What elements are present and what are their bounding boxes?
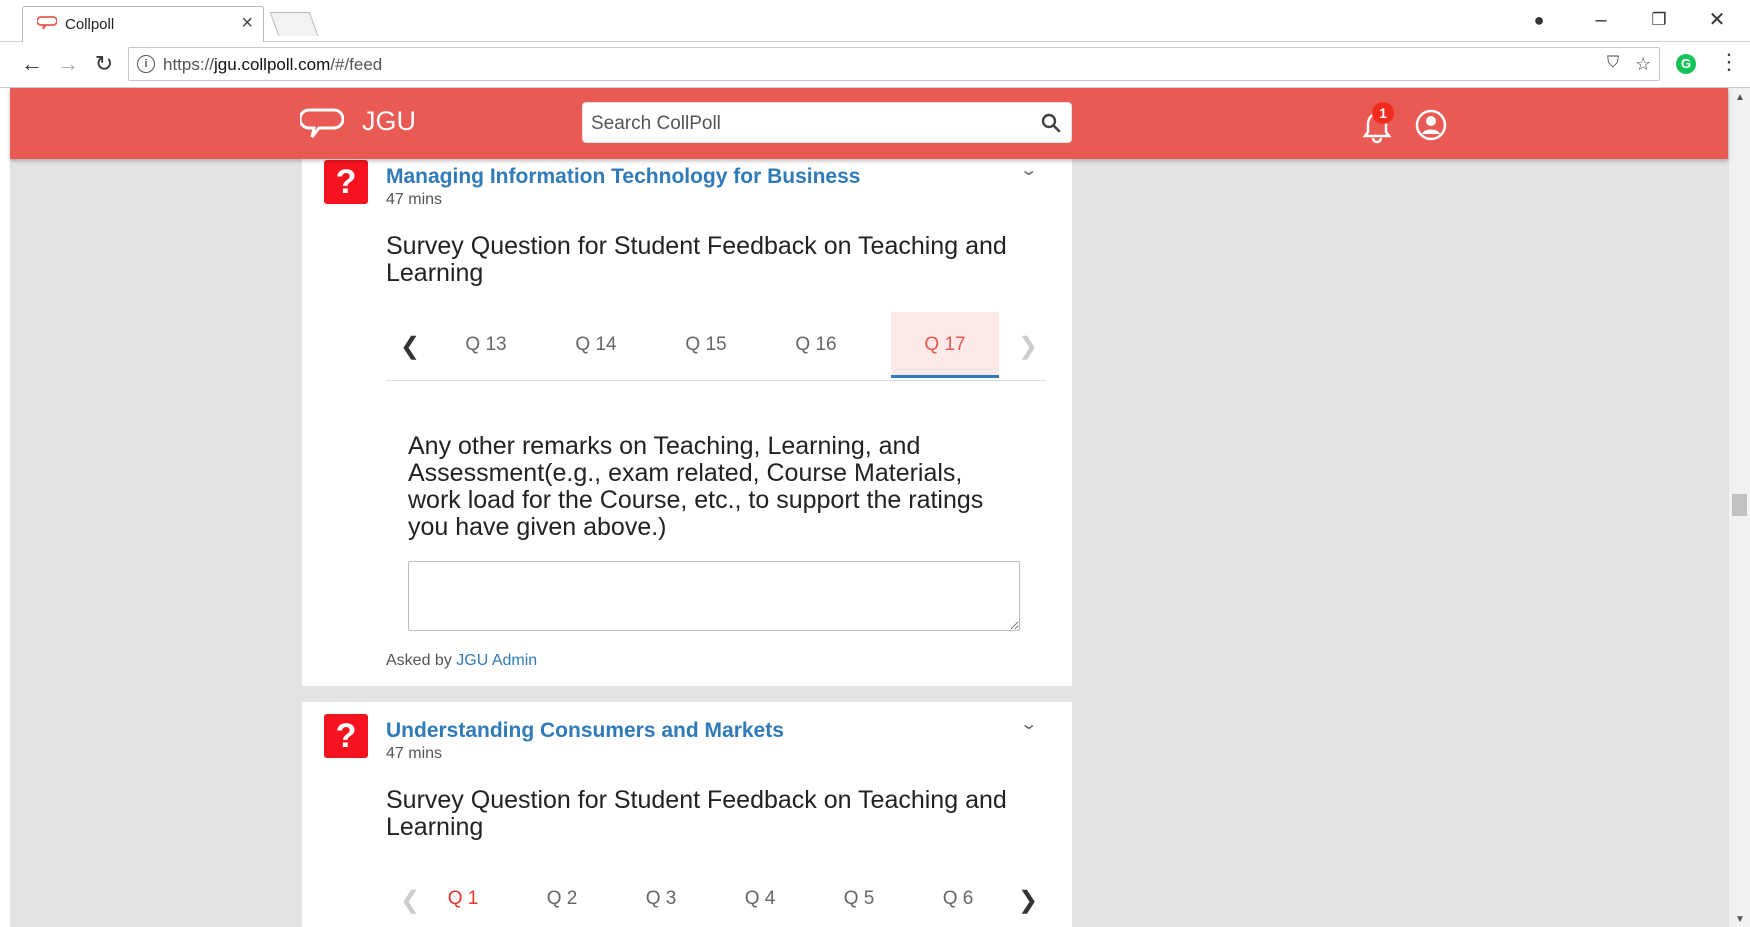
asked-by-link[interactable]: JGU Admin xyxy=(456,652,537,669)
scroll-up-icon[interactable]: ▲ xyxy=(1735,92,1745,103)
page-left-edge xyxy=(0,88,10,927)
brand-name[interactable]: JGU xyxy=(362,106,416,137)
tab-q17[interactable]: Q 17 xyxy=(891,312,999,378)
feed-card: ? Managing Information Technology for Bu… xyxy=(302,148,1072,686)
question-post-icon: ? xyxy=(324,714,368,758)
next-question-icon[interactable]: ❯ xyxy=(1018,332,1038,361)
tab-q16[interactable]: Q 16 xyxy=(762,312,870,378)
minimize-icon[interactable]: – xyxy=(1586,8,1616,32)
tab-title: Collpoll xyxy=(65,16,115,33)
user-profile-icon[interactable] xyxy=(1415,109,1447,141)
search-input[interactable]: Search CollPoll xyxy=(582,102,1072,143)
bookmark-star-icon[interactable]: ☆ xyxy=(1635,54,1651,75)
shield-icon[interactable]: ⛉ xyxy=(1607,54,1619,72)
profile-icon[interactable]: ● xyxy=(1524,8,1554,32)
card-options-chevron-icon[interactable]: ⌄ xyxy=(1019,160,1038,180)
question-post-icon: ? xyxy=(324,160,368,204)
scrollbar-thumb[interactable] xyxy=(1732,494,1747,516)
tab-q13[interactable]: Q 13 xyxy=(432,312,540,378)
question-tabs: ❮ Q 13 Q 14 Q 15 Q 16 Q 17 ❯ xyxy=(386,312,1046,381)
tab-q3[interactable]: Q 3 xyxy=(626,866,696,927)
tab-q1[interactable]: Q 1 xyxy=(428,866,498,927)
site-info-icon[interactable]: i xyxy=(137,55,155,73)
answer-textarea[interactable] xyxy=(408,561,1020,631)
close-window-icon[interactable]: ✕ xyxy=(1702,8,1732,32)
prev-question-icon[interactable]: ❮ xyxy=(400,332,420,361)
browser-toolbar: ← → ↻ i https://jgu.collpoll.com/#/feed … xyxy=(0,42,1750,88)
new-tab-button[interactable] xyxy=(269,12,319,36)
card-subtitle: Survey Question for Student Feedback on … xyxy=(386,232,1007,287)
url-text: https://jgu.collpoll.com/#/feed xyxy=(163,55,383,74)
card-subtitle: Survey Question for Student Feedback on … xyxy=(386,786,1007,841)
browser-tab-strip: Collpoll × ● – ❐ ✕ xyxy=(0,0,1750,42)
next-question-icon[interactable]: ❯ xyxy=(1018,886,1038,915)
prev-question-icon[interactable]: ❮ xyxy=(400,886,420,915)
question-tabs: ❮ Q 1 Q 2 Q 3 Q 4 Q 5 Q 6 ❯ xyxy=(386,866,1046,927)
search-placeholder: Search CollPoll xyxy=(591,113,721,134)
back-icon[interactable]: ← xyxy=(18,51,46,77)
scroll-down-icon[interactable]: ▼ xyxy=(1735,914,1745,925)
app-header: JGU Search CollPoll 1 xyxy=(10,88,1728,159)
tab-q4[interactable]: Q 4 xyxy=(725,866,795,927)
feed-card: ? Understanding Consumers and Markets 47… xyxy=(302,702,1072,927)
forward-icon[interactable]: → xyxy=(54,51,82,77)
grammarly-extension-icon[interactable]: G xyxy=(1676,54,1696,74)
tabs-divider xyxy=(386,380,1046,381)
reload-icon[interactable]: ↻ xyxy=(90,51,118,77)
card-title[interactable]: Managing Information Technology for Busi… xyxy=(386,165,860,189)
page-viewport: JGU Search CollPoll 1 ? Managing Informa… xyxy=(0,88,1750,927)
notification-badge: 1 xyxy=(1372,102,1394,124)
card-timestamp: 47 mins xyxy=(386,191,443,208)
asked-by: Asked by JGU Admin xyxy=(386,652,537,670)
card-title[interactable]: Understanding Consumers and Markets xyxy=(386,719,784,743)
page-scrollbar[interactable]: ▲ ▼ xyxy=(1728,88,1750,927)
card-options-chevron-icon[interactable]: ⌄ xyxy=(1019,714,1038,734)
tab-q15[interactable]: Q 15 xyxy=(652,312,760,378)
browser-menu-icon[interactable]: ⋮ xyxy=(1718,50,1740,74)
address-bar[interactable]: i https://jgu.collpoll.com/#/feed ⛉ ☆ xyxy=(128,47,1660,81)
tab-q2[interactable]: Q 2 xyxy=(527,866,597,927)
tab-q14[interactable]: Q 14 xyxy=(542,312,650,378)
collpoll-favicon-icon xyxy=(37,16,57,30)
collpoll-logo-icon[interactable] xyxy=(300,106,344,142)
tab-q6[interactable]: Q 6 xyxy=(923,866,993,927)
asked-by-label: Asked by xyxy=(386,652,452,669)
question-text: Any other remarks on Teaching, Learning,… xyxy=(408,432,984,541)
search-icon[interactable] xyxy=(1041,113,1061,133)
browser-tab[interactable]: Collpoll × xyxy=(22,6,264,42)
restore-icon[interactable]: ❐ xyxy=(1644,8,1674,32)
card-timestamp: 47 mins xyxy=(386,745,443,762)
tab-q5[interactable]: Q 5 xyxy=(824,866,894,927)
tab-close-icon[interactable]: × xyxy=(241,13,253,33)
